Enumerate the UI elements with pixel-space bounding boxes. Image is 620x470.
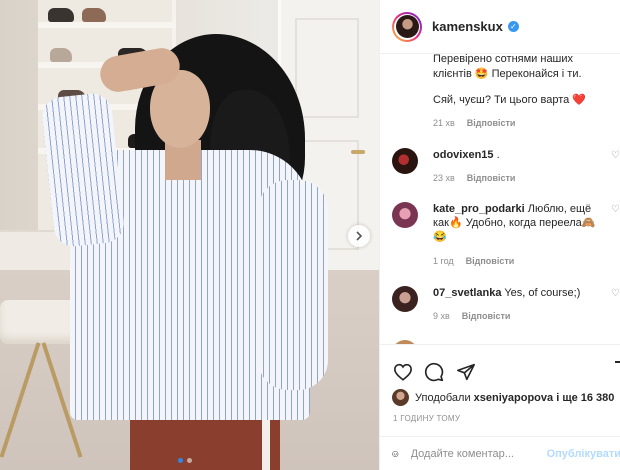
- comment-username[interactable]: 07_svetlanka: [433, 287, 502, 299]
- comment-avatar[interactable]: [392, 286, 418, 312]
- liker-username[interactable]: xseniyapopova: [474, 392, 553, 404]
- comment-text: .: [496, 149, 500, 161]
- comments-list: Перевірено сотнями наших клієнтів 🤩 Пере…: [380, 54, 620, 344]
- caption-time: 21 хв: [433, 118, 455, 128]
- shoe: [48, 8, 74, 22]
- reply-button[interactable]: Відповісти: [467, 173, 516, 183]
- comment-like-icon[interactable]: ♡: [611, 204, 620, 215]
- comment-avatar[interactable]: [392, 148, 418, 174]
- carousel-dots: [178, 458, 192, 463]
- share-button[interactable]: [455, 361, 477, 383]
- caption-text: Сяй, чуєш? Ти цього варта ❤️: [433, 94, 587, 106]
- comment-username[interactable]: odovixen15: [433, 149, 494, 161]
- post-photo[interactable]: [0, 0, 379, 470]
- comment-avatar[interactable]: [392, 202, 418, 228]
- shirt-sleeve: [258, 180, 328, 390]
- smiley-icon[interactable]: [392, 444, 399, 464]
- save-button[interactable]: [614, 361, 620, 383]
- caption-text: Перевірено сотнями наших клієнтів 🤩 Пере…: [433, 54, 582, 80]
- heart-icon: [393, 363, 413, 381]
- comment-time: 9 хв: [433, 311, 450, 321]
- comment-button[interactable]: [423, 361, 445, 383]
- liker-avatar[interactable]: [392, 389, 409, 406]
- comment-like-icon[interactable]: ♡: [611, 288, 620, 299]
- like-button[interactable]: [392, 361, 414, 383]
- paper-plane-icon: [457, 363, 475, 381]
- post-side-panel: kamenskux ✓ Перевірено сотнями наших клі…: [379, 0, 620, 470]
- comment-input[interactable]: [410, 447, 539, 460]
- likes-prefix: Уподобали: [415, 391, 471, 404]
- carousel-dot-active: [178, 458, 183, 463]
- carousel-dot: [187, 458, 192, 463]
- comment-text: Yes, of course;): [504, 287, 581, 299]
- door-handle: [351, 150, 365, 154]
- door-panel: [295, 18, 359, 118]
- add-comment-bar: Опублікувати: [380, 436, 620, 470]
- shoe: [50, 48, 72, 62]
- reply-button[interactable]: Відповісти: [466, 256, 515, 266]
- post-timestamp: 1 ГОДИНУ ТОМУ: [393, 414, 461, 423]
- caption-meta: 21 хв Відповісти: [433, 118, 515, 128]
- comment-time: 23 хв: [433, 173, 455, 183]
- publish-comment-button[interactable]: Опублікувати: [547, 448, 620, 460]
- bookmark-icon: [615, 361, 620, 363]
- shoe: [82, 8, 106, 22]
- comment-bubble-icon: [424, 362, 444, 382]
- reply-button[interactable]: Відповісти: [467, 118, 516, 128]
- author-avatar[interactable]: [392, 11, 422, 42]
- comment-username[interactable]: kate_pro_podarki: [433, 203, 525, 215]
- likes-summary: Уподобали xseniyapopova і ще 16 380: [392, 389, 614, 406]
- likes-count[interactable]: і ще 16 380: [556, 392, 614, 404]
- post-header: kamenskux ✓: [380, 0, 620, 54]
- chevron-right-icon: [356, 231, 363, 241]
- shelf: [38, 22, 176, 28]
- comment-like-icon[interactable]: ♡: [611, 150, 620, 161]
- verified-check-icon: ✓: [507, 21, 519, 32]
- author-username[interactable]: kamenskux: [432, 19, 503, 34]
- carousel-next-button[interactable]: [348, 225, 370, 247]
- reply-button[interactable]: Відповісти: [462, 311, 511, 321]
- comment-time: 1 год: [433, 256, 454, 266]
